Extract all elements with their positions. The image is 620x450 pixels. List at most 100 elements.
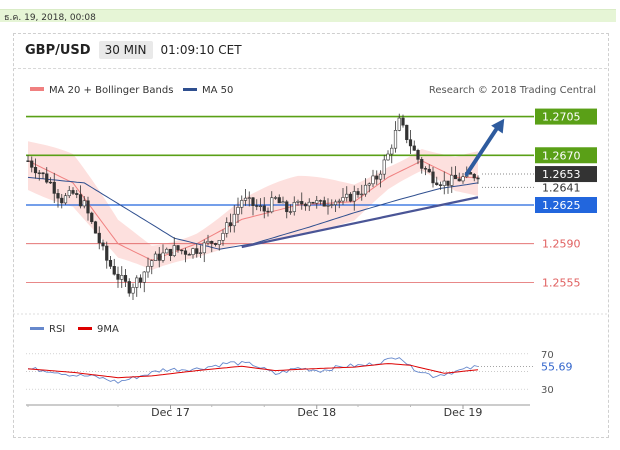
candle-body (255, 205, 259, 207)
candle-body (285, 201, 289, 213)
candle-body (153, 253, 158, 261)
candle-body (476, 177, 480, 180)
candle-body (217, 240, 221, 245)
candle-body (191, 248, 195, 256)
candle-body (123, 275, 128, 282)
candle-body (288, 211, 293, 213)
candlestick (116, 266, 120, 288)
rsi-tick-30: 30 (541, 385, 554, 396)
price-level-label-1.2641: 1.2641 (542, 181, 581, 194)
price-level-label-1.2555: 1.2555 (542, 276, 581, 289)
candlestick (105, 241, 109, 269)
candle-body (97, 232, 101, 244)
candle-body (135, 277, 139, 288)
candle-body (393, 130, 398, 149)
candle-body (296, 201, 300, 203)
candle-body (60, 197, 64, 204)
candle-body (270, 197, 274, 213)
candle-body (322, 200, 326, 207)
candle-body (26, 160, 30, 162)
candle-body (262, 205, 266, 212)
candle-body (461, 176, 465, 182)
candle-body (41, 172, 45, 175)
candlestick (412, 140, 416, 151)
candle-body (386, 153, 390, 161)
rsi-legend-label: RSI (49, 324, 65, 335)
candle-body (142, 271, 146, 283)
candle-body (206, 240, 210, 244)
candle-body (86, 200, 90, 214)
candle-body (180, 249, 184, 252)
price-labels: 1.2705 1.2670 1.26531.2641 1.2625 1.2590 1.25… (535, 108, 597, 289)
candlestick (408, 129, 413, 155)
research-credit: Research © 2018 Trading Central (429, 85, 596, 96)
candle-body (75, 193, 79, 195)
candle-body (101, 242, 105, 247)
candlestick (390, 144, 394, 164)
candle-body (221, 232, 225, 241)
candle-body (183, 250, 188, 255)
candle-body (423, 168, 428, 170)
candle-body (165, 248, 169, 254)
candle-body (341, 197, 345, 202)
candle-body (371, 175, 375, 185)
candle-body (363, 184, 368, 195)
candlestick (142, 271, 146, 293)
price-level-label-1.2705: 1.2705 (542, 111, 581, 124)
candle-body (120, 275, 124, 280)
candlestick (420, 156, 424, 174)
candle-body (446, 180, 450, 186)
candle-body (210, 240, 214, 244)
candle-body (195, 248, 199, 254)
candle-body (78, 194, 83, 207)
candle-body (307, 201, 311, 207)
x-axis-ticks: Dec 17 Dec 18 Dec 19 (27, 405, 482, 419)
candle-body (390, 147, 394, 155)
price-level-label-1.2670: 1.2670 (542, 149, 581, 162)
candle-body (420, 159, 424, 169)
candle-body (450, 174, 454, 186)
candle-body (56, 193, 60, 199)
candlestick (127, 278, 131, 297)
candle-body (228, 222, 233, 227)
candle-body (382, 159, 386, 175)
candle-body (108, 260, 113, 267)
rsi-line (27, 357, 479, 384)
ma20-legend-swatch (30, 87, 44, 91)
candle-body (202, 242, 206, 254)
candlestick (202, 239, 206, 263)
candle-body (225, 222, 229, 234)
ma9-legend-label: 9MA (97, 324, 119, 335)
candle-body (150, 260, 154, 267)
candle-body (453, 174, 458, 180)
rsi-current-label: 55.69 (541, 360, 573, 373)
candle-body (33, 167, 38, 174)
candle-body (367, 183, 371, 186)
candlestick (405, 124, 409, 144)
candle-body (303, 203, 308, 207)
candle-body (281, 201, 285, 204)
candle-body (378, 173, 383, 180)
candle-body (300, 201, 304, 205)
candlestick (138, 274, 143, 289)
candle-body (258, 205, 263, 208)
candlestick (172, 237, 176, 258)
candle-body (330, 204, 334, 206)
candle-body (243, 197, 248, 201)
candle-body (176, 245, 180, 251)
candlestick (120, 266, 124, 288)
candle-body (90, 212, 94, 223)
rsi-tick-70: 70 (541, 350, 554, 361)
candle-body (326, 205, 330, 207)
candlestick (393, 121, 398, 153)
candle-body (161, 252, 165, 261)
candle-body (401, 117, 405, 126)
candle-body (472, 173, 476, 179)
candle-body (168, 248, 173, 256)
candle-body (138, 277, 143, 283)
candle-body (266, 210, 270, 213)
candlestick (123, 268, 128, 287)
candle-body (397, 117, 401, 131)
candle-body (67, 190, 71, 197)
candle-body (187, 254, 191, 256)
